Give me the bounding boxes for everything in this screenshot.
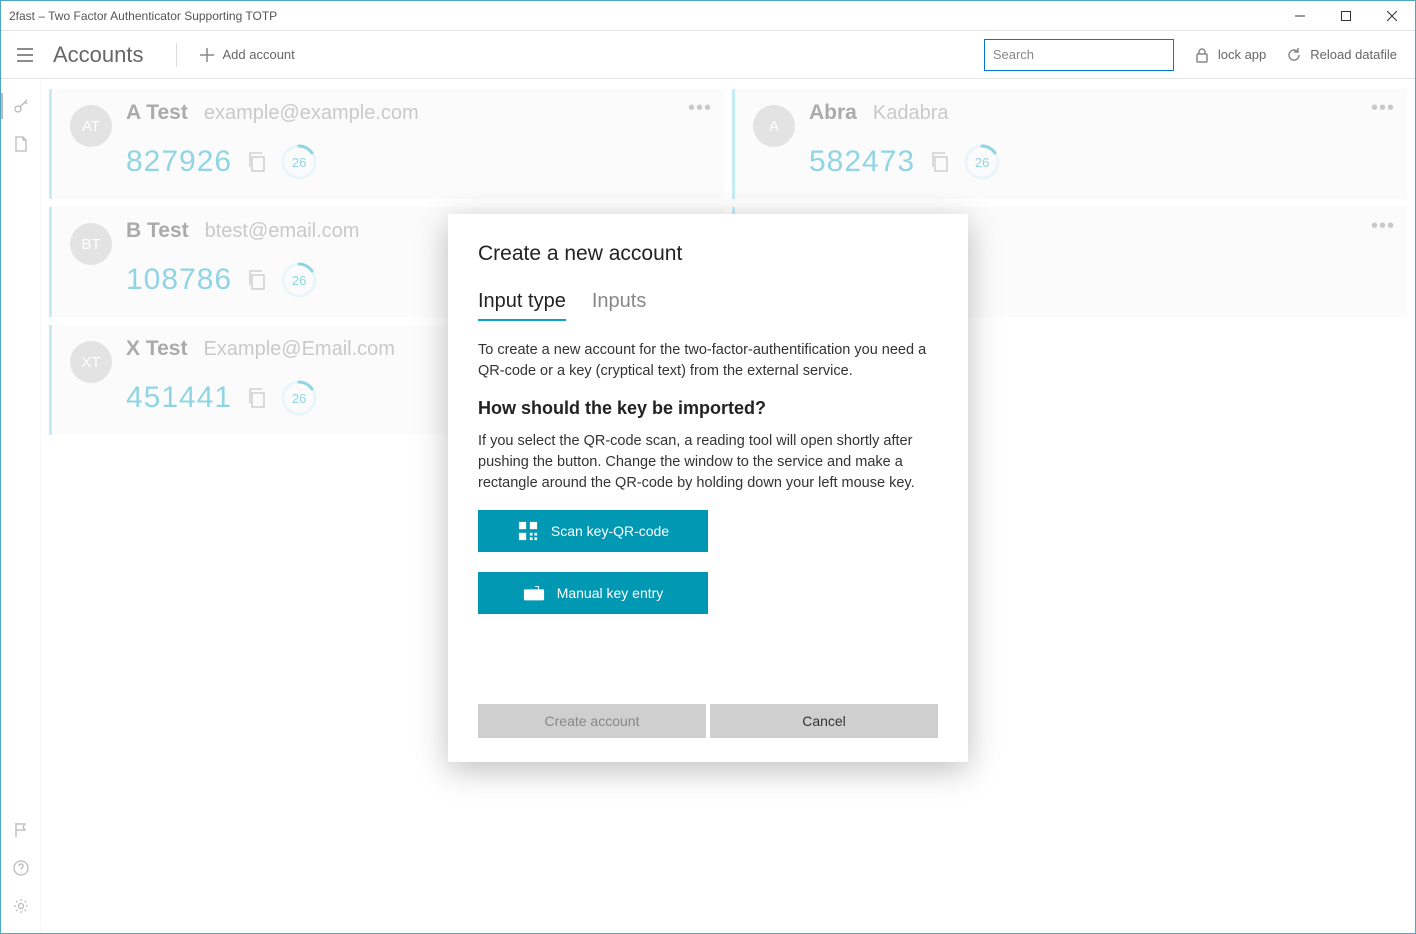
keyboard-icon (523, 583, 545, 603)
page-title: Accounts (53, 42, 144, 68)
modal-overlay: Create a new account Input type Inputs T… (1, 79, 1415, 933)
dialog-footer: Create account Cancel (478, 704, 938, 738)
body: AT A Test example@example.com 827926 26 (1, 79, 1415, 933)
window-controls (1277, 1, 1415, 30)
reload-label: Reload datafile (1310, 47, 1397, 62)
qr-icon (517, 521, 539, 541)
tab-inputs[interactable]: Inputs (592, 290, 646, 321)
lock-icon (1194, 47, 1210, 63)
plus-icon (199, 47, 215, 63)
dialog-title: Create a new account (478, 242, 938, 266)
dialog-intro-text: To create a new account for the two-fact… (478, 340, 938, 382)
manual-entry-label: Manual key entry (557, 585, 664, 601)
dialog-tabs: Input type Inputs (478, 290, 938, 322)
dialog-body-text: If you select the QR-code scan, a readin… (478, 431, 938, 494)
search-box[interactable] (984, 39, 1174, 71)
lock-app-button[interactable]: lock app (1184, 41, 1276, 69)
cancel-button[interactable]: Cancel (710, 704, 938, 738)
create-account-dialog: Create a new account Input type Inputs T… (448, 214, 968, 762)
reload-icon (1286, 47, 1302, 63)
scan-qr-label: Scan key-QR-code (551, 523, 669, 539)
maximize-button[interactable] (1323, 1, 1369, 31)
close-button[interactable] (1369, 1, 1415, 31)
create-account-button[interactable]: Create account (478, 704, 706, 738)
manual-entry-button[interactable]: Manual key entry (478, 572, 708, 614)
window-title: 2fast – Two Factor Authenticator Support… (9, 9, 277, 23)
search-input[interactable] (993, 47, 1169, 62)
dialog-heading: How should the key be imported? (478, 398, 938, 419)
minimize-button[interactable] (1277, 1, 1323, 31)
reload-datafile-button[interactable]: Reload datafile (1276, 41, 1407, 69)
add-account-label: Add account (223, 47, 295, 62)
add-account-button[interactable]: Add account (189, 41, 305, 69)
lock-app-label: lock app (1218, 47, 1266, 62)
toolbar-divider (176, 43, 177, 67)
toolbar: Accounts Add account lock app Reload dat… (1, 31, 1415, 79)
tab-input-type[interactable]: Input type (478, 290, 566, 321)
app-window: 2fast – Two Factor Authenticator Support… (0, 0, 1416, 934)
titlebar: 2fast – Two Factor Authenticator Support… (1, 1, 1415, 31)
scan-qr-button[interactable]: Scan key-QR-code (478, 510, 708, 552)
menu-button[interactable] (9, 39, 41, 71)
